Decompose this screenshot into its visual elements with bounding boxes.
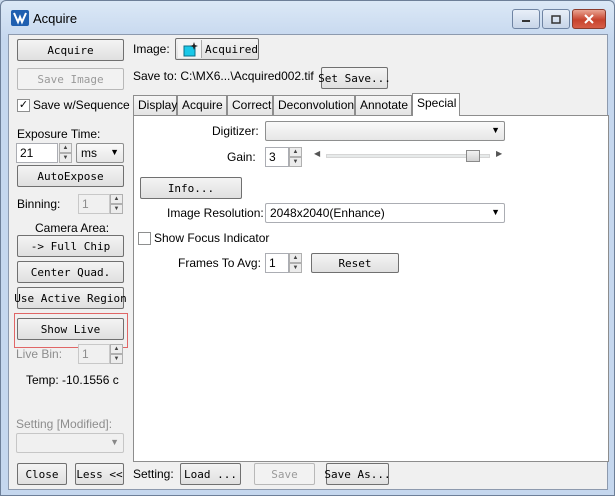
minimize-icon (522, 20, 530, 22)
title-bar[interactable]: Acquire (1, 1, 614, 35)
acquire-window: Acquire Acquire Save Image ✓ Save w/Sequ… (0, 0, 615, 496)
image-label: Image: (133, 42, 170, 56)
show-focus-checkbox[interactable] (138, 232, 151, 245)
live-bin-stepper[interactable]: ▲ ▼ (110, 344, 123, 364)
binning-stepper[interactable]: ▲ ▼ (110, 194, 123, 214)
maximize-button[interactable] (542, 9, 570, 29)
gain-input[interactable]: 3 (265, 147, 289, 167)
frames-to-avg-input[interactable]: 1 (265, 253, 289, 273)
image-resolution-value: 2048x2040(Enhance) (270, 206, 385, 220)
info-button[interactable]: Info... (140, 177, 242, 199)
frames-to-avg-stepper[interactable]: ▲ ▼ (289, 253, 302, 273)
maximize-icon (551, 14, 561, 24)
image-resolution-label: Image Resolution: (167, 206, 264, 220)
set-save-button[interactable]: Set Save... (318, 67, 391, 89)
new-image-icon (178, 40, 202, 58)
binning-label: Binning: (17, 197, 61, 211)
show-live-button[interactable]: Show Live (17, 318, 124, 340)
frames-to-avg-label: Frames To Avg: (178, 256, 261, 270)
close-window-button[interactable] (572, 9, 606, 29)
exposure-unit-value: ms (81, 146, 97, 160)
spin-up-icon[interactable]: ▲ (110, 194, 123, 204)
close-button[interactable]: Close (17, 463, 67, 485)
digitizer-select[interactable]: ▼ (265, 121, 505, 141)
gain-label: Gain: (227, 150, 256, 164)
center-quad-button[interactable]: Center Quad. (17, 261, 124, 283)
setting-modified-label: Setting [Modified]: (16, 417, 113, 431)
client-area: Acquire Save Image ✓ Save w/Sequence Exp… (8, 34, 609, 490)
chevron-down-icon: ▼ (110, 437, 119, 447)
live-bin-label: Live Bin: (16, 347, 63, 361)
sparkle-image-icon (183, 42, 198, 57)
load-button[interactable]: Load ... (180, 463, 241, 485)
minimize-button[interactable] (512, 9, 540, 29)
spin-up-icon[interactable]: ▲ (289, 253, 302, 263)
gain-stepper[interactable]: ▲ ▼ (289, 147, 302, 167)
image-button-label: Acquired (205, 42, 258, 56)
image-select-button[interactable]: Acquired (175, 38, 259, 60)
exposure-time-label: Exposure Time: (17, 127, 101, 141)
image-resolution-select[interactable]: 2048x2040(Enhance) ▼ (265, 203, 505, 223)
save-sequence-label: Save w/Sequence (33, 98, 130, 112)
tab-acquire[interactable]: Acquire (177, 95, 227, 115)
exposure-time-input[interactable]: 21 (16, 143, 58, 163)
spin-down-icon[interactable]: ▼ (110, 354, 123, 364)
chevron-down-icon: ▼ (491, 207, 500, 217)
window-title: Acquire (33, 11, 78, 26)
full-chip-button[interactable]: -> Full Chip (17, 235, 124, 257)
camera-area-label: Camera Area: (35, 221, 110, 235)
spin-down-icon[interactable]: ▼ (289, 263, 302, 273)
chevron-down-icon: ▼ (491, 125, 500, 135)
spin-up-icon[interactable]: ▲ (289, 147, 302, 157)
less-button[interactable]: Less << (75, 463, 124, 485)
save-to-path: Save to: C:\MX6...\Acquired002.tif (133, 69, 314, 83)
chevron-down-icon: ▼ (110, 147, 119, 157)
app-logo-icon (11, 10, 29, 26)
tab-display[interactable]: Display (133, 95, 177, 115)
gain-slider-thumb[interactable] (465, 150, 480, 162)
show-focus-label: Show Focus Indicator (154, 231, 270, 245)
slider-right-arrow-icon[interactable]: ▶ (496, 149, 502, 158)
setting-select[interactable]: ▼ (16, 433, 124, 453)
use-active-region-button[interactable]: Use Active Region (14, 287, 127, 309)
exposure-unit-select[interactable]: ms ▼ (76, 143, 124, 163)
spin-up-icon[interactable]: ▲ (59, 143, 72, 153)
close-icon (584, 14, 594, 24)
tab-deconvolution[interactable]: Deconvolution (273, 95, 355, 115)
autoexpose-button[interactable]: AutoExpose (17, 165, 124, 187)
save-sequence-checkbox[interactable]: ✓ (17, 99, 30, 112)
tab-correct[interactable]: Correct (227, 95, 273, 115)
temperature-readout: Temp: -10.1556 c (26, 373, 119, 387)
tab-annotate[interactable]: Annotate (355, 95, 412, 115)
live-bin-input[interactable]: 1 (78, 344, 110, 364)
spin-down-icon[interactable]: ▼ (59, 153, 72, 163)
spin-down-icon[interactable]: ▼ (289, 157, 302, 167)
footer-setting-label: Setting: (133, 467, 174, 481)
acquire-button[interactable]: Acquire (17, 39, 124, 61)
save-image-button[interactable]: Save Image (17, 68, 124, 90)
spin-up-icon[interactable]: ▲ (110, 344, 123, 354)
save-button[interactable]: Save (254, 463, 315, 485)
reset-button[interactable]: Reset (311, 253, 399, 273)
save-as-button[interactable]: Save As... (324, 463, 391, 485)
exposure-time-stepper[interactable]: ▲ ▼ (59, 143, 72, 163)
special-tab-panel: Digitizer: ▼ Gain: 3 ▲ ▼ ◀ ▶ Info... Ima… (133, 115, 609, 462)
binning-input[interactable]: 1 (78, 194, 110, 214)
tab-special[interactable]: Special (412, 93, 460, 116)
slider-left-arrow-icon[interactable]: ◀ (314, 149, 320, 158)
spin-down-icon[interactable]: ▼ (110, 204, 123, 214)
digitizer-label: Digitizer: (212, 124, 259, 138)
